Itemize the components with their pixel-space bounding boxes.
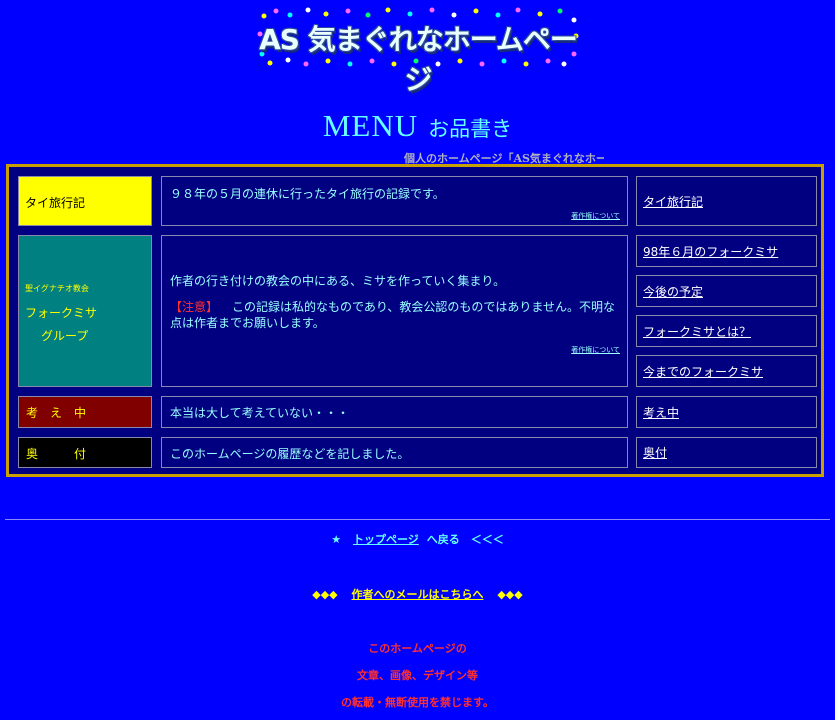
link-june-folk-mass[interactable]: 98年６月のフォークミサ <box>636 235 817 267</box>
scrolling-marquee: 個人のホームページ「AS気まぐれなホーム <box>404 152 604 164</box>
folk-mass-label: フォークミサ <box>25 306 98 320</box>
link-text[interactable]: 今までのフォークミサ <box>643 363 763 380</box>
description-text: このホームページの履歴などを記しました。 <box>170 447 410 461</box>
link-what-is-folk-mass[interactable]: フォークミサとは？ <box>636 315 817 347</box>
menu-title: MENU <box>322 108 419 143</box>
link-text[interactable]: タイ旅行記 <box>643 193 703 210</box>
note-text: この記録は私的なものであり、教会公認のものではありません。不明な点は作者までお願… <box>170 300 616 330</box>
section-label-colophon: 奥 付 <box>18 437 152 468</box>
section-label-thinking: 考 え 中 <box>18 396 152 428</box>
description-text: 作者の行き付けの教会の中にある、ミサを作っていく集まり。 <box>170 274 506 288</box>
section-label-thai: タイ旅行記 <box>18 176 152 226</box>
copyright-link[interactable]: 著作権について <box>571 342 620 358</box>
link-text[interactable]: 考え中 <box>643 404 679 421</box>
copyright-notice-line: このホームページの <box>368 642 467 655</box>
link-colophon[interactable]: 奥付 <box>636 437 817 468</box>
section-label-text: 考 え 中 <box>26 406 87 420</box>
diamond-icon: ◆◆◆ <box>312 588 338 601</box>
section-description-thinking: 本当は大して考えていない・・・ <box>161 396 628 428</box>
divider <box>5 519 830 520</box>
group-label: グループ <box>41 329 89 343</box>
link-thinking[interactable]: 考え中 <box>636 396 817 428</box>
top-page-link[interactable]: トップページ <box>353 533 419 546</box>
section-description-folk-mass: 作者の行き付けの教会の中にある、ミサを作っていく集まり。 【注意】 この記録は私的… <box>161 235 628 387</box>
diamond-icon: ◆◆◆ <box>497 588 523 601</box>
note-label: 【注意】 <box>170 300 219 314</box>
logo-text: AS 気まぐれなホームページ <box>259 23 578 96</box>
site-logo: AS 気まぐれなホームページ <box>256 6 580 96</box>
section-label-text: タイ旅行記 <box>25 196 86 210</box>
description-text: 本当は大して考えていない・・・ <box>170 406 350 420</box>
section-label-text: 奥 付 <box>26 447 87 461</box>
link-thai-trip[interactable]: タイ旅行記 <box>636 176 817 226</box>
copyright-notice-line: 文章、画像、デザイン等 <box>357 669 478 682</box>
section-description-thai: ９８年の５月の連休に行ったタイ旅行の記録です。 著作権について <box>161 176 628 226</box>
copyright-link[interactable]: 著作権について <box>571 211 620 221</box>
star-icon: ★ <box>331 533 342 546</box>
back-to-top: ★ トップページ へ戻る ＜＜＜ <box>0 531 835 547</box>
link-upcoming-schedule[interactable]: 今後の予定 <box>636 275 817 307</box>
top-suffix: へ戻る ＜＜＜ <box>426 533 504 546</box>
menu-subtitle: お品書き <box>428 117 513 141</box>
link-text[interactable]: フォークミサとは？ <box>643 323 751 340</box>
section-label-folk-mass: 聖イグナチオ教会 フォークミサ グループ <box>18 235 152 387</box>
note-block: 【注意】 この記録は私的なものであり、教会公認のものではありません。不明な点は作者… <box>170 299 619 331</box>
church-name: 聖イグナチオ教会 <box>25 284 89 293</box>
link-past-folk-mass[interactable]: 今までのフォークミサ <box>636 355 817 387</box>
section-description-colophon: このホームページの履歴などを記しました。 <box>161 437 628 468</box>
menu-heading: MENU お品書き <box>0 108 835 144</box>
link-text[interactable]: 今後の予定 <box>643 283 703 300</box>
copyright-notice-line: の転載・無断使用を禁じます。 <box>341 696 494 709</box>
link-text[interactable]: 98年６月のフォークミサ <box>643 243 778 260</box>
mail-row: ◆◆◆ 作者へのメールはこちらへ ◆◆◆ <box>0 586 835 602</box>
link-text[interactable]: 奥付 <box>643 444 667 461</box>
mail-link[interactable]: 作者へのメールはこちらへ <box>352 588 484 601</box>
description-text: ９８年の５月の連休に行ったタイ旅行の記録です。 <box>170 187 445 201</box>
